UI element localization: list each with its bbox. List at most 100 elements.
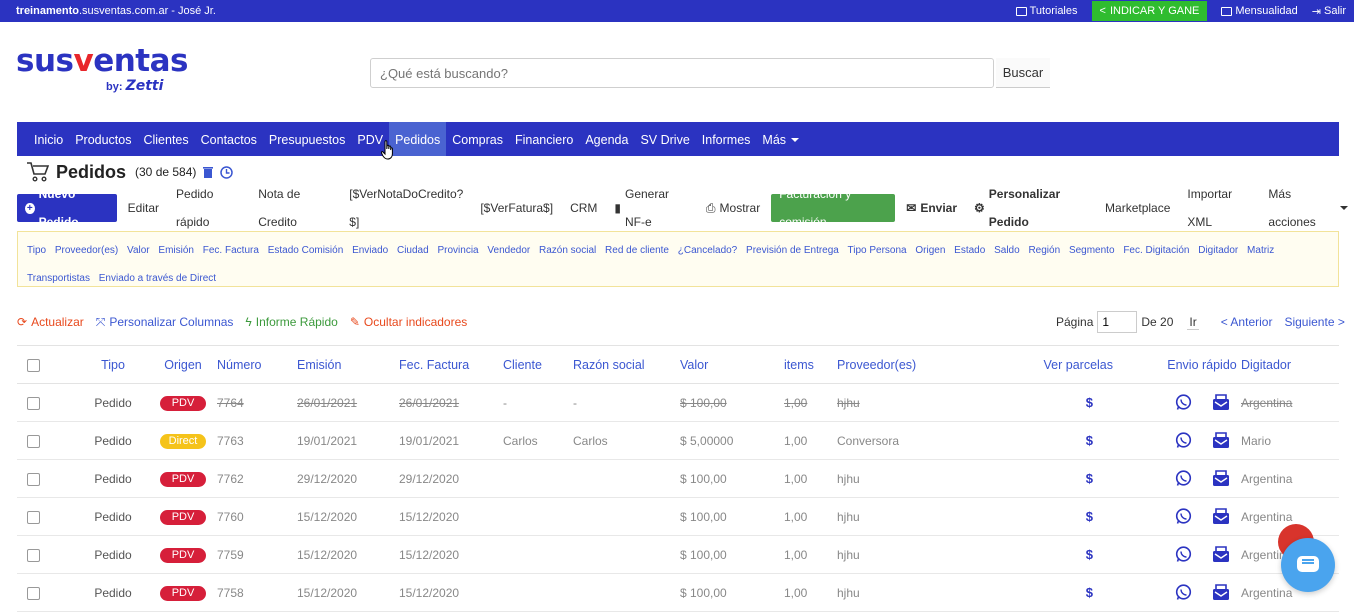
ir-button[interactable]: Ir	[1187, 315, 1199, 330]
nav-item-presupuestos[interactable]: Presupuestos	[263, 122, 351, 156]
parcelas-icon[interactable]: $	[1086, 433, 1093, 448]
envelope-icon[interactable]	[1212, 470, 1230, 487]
nav-item-clientes[interactable]: Clientes	[137, 122, 194, 156]
table-row[interactable]: Pedido PDV 7764 26/01/2021 26/01/2021- - $ 100…	[17, 383, 1339, 422]
column-header[interactable]: Origen	[149, 345, 217, 384]
filter-chip[interactable]: Digitador	[1198, 245, 1238, 256]
mensualidad-link[interactable]: Mensualidad	[1221, 5, 1298, 17]
column-header[interactable]: Ver parcelas	[1028, 345, 1145, 384]
row-checkbox[interactable]	[27, 434, 40, 448]
nav-item-compras[interactable]: Compras	[446, 122, 509, 156]
anterior-link[interactable]: < Anterior	[1221, 315, 1273, 329]
select-all-checkbox[interactable]	[27, 358, 40, 372]
whatsapp-icon[interactable]	[1175, 470, 1192, 487]
ocultar-indicadores-button[interactable]: ✎ Ocultar indicadores	[350, 315, 467, 329]
tutoriales-link[interactable]: Tutoriales	[1015, 5, 1078, 17]
filter-chip[interactable]: Vendedor	[487, 245, 530, 256]
clock-icon[interactable]	[220, 165, 234, 179]
table-row[interactable]: Pedido PDV 7758 15/12/2020 15/12/2020 $ 100,0…	[17, 573, 1339, 612]
marketplace-button[interactable]: Marketplace	[1099, 194, 1176, 222]
filter-chip[interactable]: Segmento	[1069, 245, 1115, 256]
nuevo-pedido-button[interactable]: + Nuevo Pedido	[17, 187, 117, 229]
personalizar-columnas-button[interactable]: ⤧ Personalizar Columnas	[96, 315, 234, 330]
mostrar-button[interactable]: ⎙ Mostrar	[700, 194, 766, 222]
table-row[interactable]: Pedido PDV 7762 29/12/2020 29/12/2020 $ 100,0…	[17, 459, 1339, 498]
filter-chip[interactable]: Red de cliente	[605, 245, 669, 256]
trash-icon[interactable]	[202, 166, 214, 179]
column-header[interactable]: Cliente	[503, 345, 573, 384]
column-header[interactable]: Tipo	[77, 345, 149, 384]
salir-link[interactable]: ⇥ Salir	[1312, 5, 1346, 18]
facturacion-button[interactable]: Facturación y comisión	[771, 187, 896, 229]
filter-chip[interactable]: Enviado	[352, 245, 388, 256]
nav-item-sv-drive[interactable]: SV Drive	[634, 122, 695, 156]
table-row[interactable]: Pedido PDV 7759 15/12/2020 15/12/2020 $ 100,0…	[17, 535, 1339, 574]
row-checkbox[interactable]	[27, 396, 40, 410]
logo[interactable]: susventas by: Zetti	[16, 44, 188, 104]
whatsapp-icon[interactable]	[1175, 546, 1192, 563]
parcelas-icon[interactable]: $	[1086, 585, 1093, 600]
filter-chip[interactable]: Región	[1028, 245, 1060, 256]
envelope-icon[interactable]	[1212, 584, 1230, 601]
filter-chip[interactable]: Provincia	[437, 245, 478, 256]
filter-chip[interactable]: Estado	[954, 245, 985, 256]
nav-item-financiero[interactable]: Financiero	[509, 122, 579, 156]
column-header[interactable]: Digitador	[1241, 345, 1339, 384]
filter-chip[interactable]: Fec. Digitación	[1123, 245, 1189, 256]
filter-chip[interactable]: Ciudad	[397, 245, 429, 256]
whatsapp-icon[interactable]	[1175, 394, 1192, 411]
nav-item-más[interactable]: Más	[756, 122, 805, 156]
nav-item-agenda[interactable]: Agenda	[579, 122, 634, 156]
search-input[interactable]	[370, 58, 994, 88]
page-input[interactable]	[1097, 311, 1138, 333]
crm-button[interactable]: CRM	[564, 194, 603, 222]
nav-item-inicio[interactable]: Inicio	[28, 122, 69, 156]
nav-item-informes[interactable]: Informes	[696, 122, 757, 156]
nav-item-contactos[interactable]: Contactos	[195, 122, 263, 156]
column-header[interactable]: Envio rápido	[1145, 345, 1241, 384]
filter-chip[interactable]: Tipo	[27, 245, 46, 256]
envelope-icon[interactable]	[1212, 394, 1230, 411]
filter-chip[interactable]: Proveedor(es)	[55, 245, 118, 256]
whatsapp-icon[interactable]	[1175, 432, 1192, 449]
column-header[interactable]: Fec. Factura	[399, 345, 503, 384]
whatsapp-icon[interactable]	[1175, 508, 1192, 525]
generar-nfe-button[interactable]: ▮ Generar NF-e	[608, 187, 695, 229]
column-header[interactable]: Número	[217, 345, 297, 384]
envelope-icon[interactable]	[1212, 508, 1230, 525]
table-row[interactable]: Pedido PDV 7760 15/12/2020 15/12/2020 $ 100,0…	[17, 497, 1339, 536]
filter-chip[interactable]: Emisión	[158, 245, 194, 256]
indicar-button[interactable]: < INDICAR Y GANE	[1091, 1, 1208, 21]
row-checkbox[interactable]	[27, 586, 40, 600]
nav-item-productos[interactable]: Productos	[69, 122, 137, 156]
importar-xml-button[interactable]: Importar XML	[1181, 187, 1257, 229]
informe-rapido-button[interactable]: ϟ Informe Rápido	[245, 315, 337, 329]
row-checkbox[interactable]	[27, 548, 40, 562]
filter-chip[interactable]: Valor	[127, 245, 150, 256]
parcelas-icon[interactable]: $	[1086, 471, 1093, 486]
ver-fatura-button[interactable]: [$VerFatura$]	[474, 194, 559, 222]
filter-chip[interactable]: Matriz	[1247, 245, 1274, 256]
parcelas-icon[interactable]: $	[1086, 547, 1093, 562]
column-header[interactable]: Valor	[680, 345, 784, 384]
pedido-rapido-button[interactable]: Pedido rápido	[170, 187, 247, 229]
personalizar-pedido-button[interactable]: ⚙ Personalizar Pedido	[968, 187, 1094, 229]
column-header[interactable]: items	[784, 345, 837, 384]
row-checkbox[interactable]	[27, 472, 40, 486]
parcelas-icon[interactable]: $	[1086, 395, 1093, 410]
enviar-button[interactable]: ✉ Enviar	[900, 194, 963, 222]
filter-chip[interactable]: Fec. Factura	[203, 245, 259, 256]
filter-chip[interactable]: Tipo Persona	[847, 245, 906, 256]
filter-chip[interactable]: Enviado a través de Direct	[99, 273, 216, 284]
filter-chip[interactable]: Razón social	[539, 245, 596, 256]
ver-nota-button[interactable]: [$VerNotaDoCredito?$]	[343, 187, 469, 229]
envelope-icon[interactable]	[1212, 432, 1230, 449]
filter-chip[interactable]: ¿Cancelado?	[678, 245, 737, 256]
editar-button[interactable]: Editar	[122, 194, 165, 222]
siguiente-link[interactable]: Siguiente >	[1284, 315, 1344, 329]
filter-chip[interactable]: Estado Comisión	[268, 245, 344, 256]
column-header[interactable]: Razón social	[573, 345, 680, 384]
filter-chip[interactable]: Transportistas	[27, 273, 90, 284]
actualizar-button[interactable]: ⟳ Actualizar	[17, 315, 84, 329]
filter-chip[interactable]: Saldo	[994, 245, 1020, 256]
